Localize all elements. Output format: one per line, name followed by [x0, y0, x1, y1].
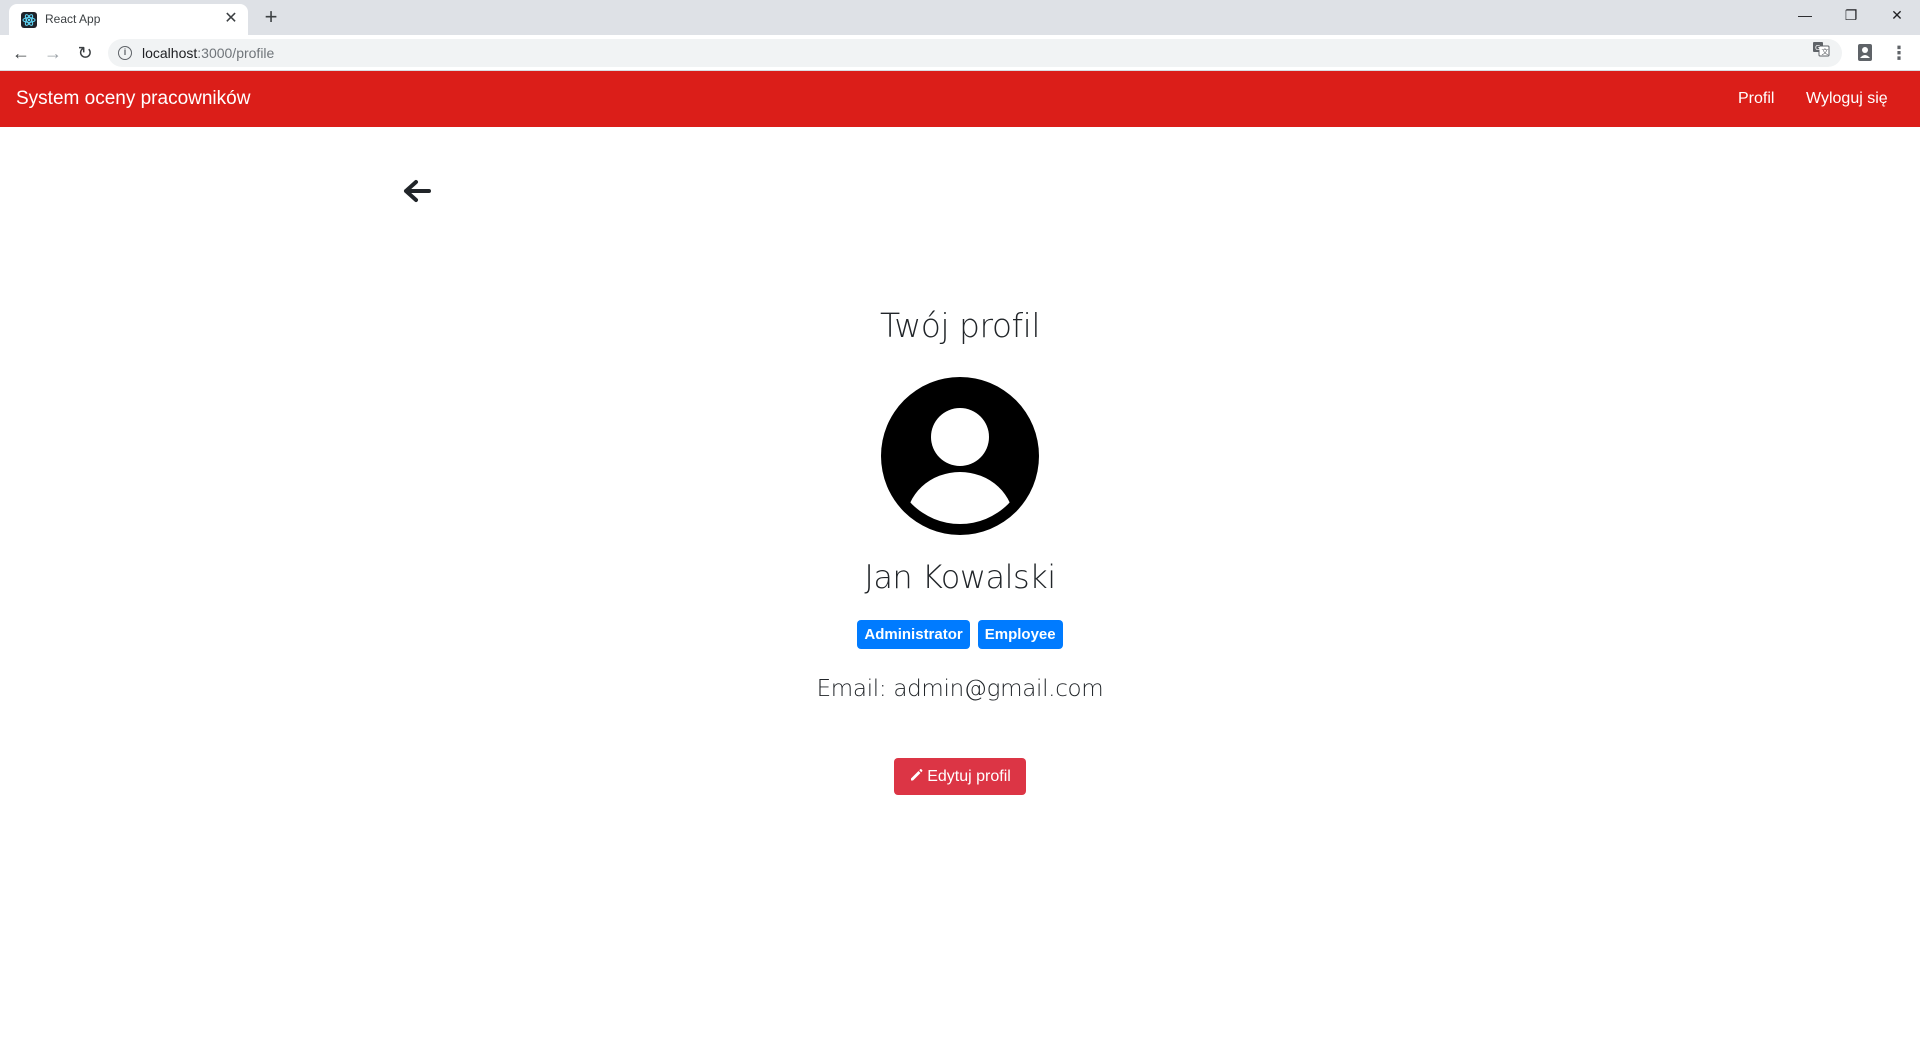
address-bar[interactable]: i localhost:3000/profile [108, 39, 1842, 67]
tab-title: React App [45, 12, 101, 26]
user-email: Email: admin@gmail.com [816, 676, 1104, 702]
url-host: localhost [142, 45, 198, 61]
browser-forward-button[interactable]: → [39, 39, 67, 67]
app-navbar: System oceny pracowników Profil Wyloguj … [0, 71, 1920, 127]
nav-link-logout[interactable]: Wyloguj się [1806, 90, 1888, 108]
browser-profile-icon[interactable] [1855, 42, 1875, 64]
role-badge: Administrator [857, 620, 970, 649]
svg-text:G: G [1815, 44, 1820, 52]
tab-close-icon[interactable]: ✕ [222, 10, 240, 28]
edit-profile-button[interactable]: Edytuj profil [894, 758, 1026, 795]
arrow-left-icon[interactable] [402, 176, 432, 206]
browser-reload-button[interactable]: ↻ [71, 39, 99, 67]
navbar-brand[interactable]: System oceny pracowników [16, 88, 250, 110]
browser-toolbar: ← → ↻ i localhost:3000/profile G 文 ⋮ [0, 35, 1920, 71]
translate-icon[interactable]: G 文 [1812, 40, 1830, 58]
new-tab-button[interactable]: + [258, 5, 284, 31]
browser-tab[interactable]: React App ✕ [9, 4, 248, 35]
react-favicon-icon [21, 12, 37, 28]
page-title: Twój profil [880, 306, 1040, 345]
window-maximize-button[interactable]: ❐ [1828, 0, 1874, 30]
browser-tabstrip: React App ✕ + — ❐ ✕ [0, 0, 1920, 35]
pencil-icon [909, 759, 923, 781]
user-name: Jan Kowalski [864, 558, 1056, 596]
site-info-icon[interactable]: i [118, 46, 132, 60]
browser-back-button[interactable]: ← [7, 39, 35, 67]
user-circle-icon [881, 377, 1039, 535]
role-badges: Administrator Employee [0, 620, 1920, 649]
edit-profile-label: Edytuj profil [927, 768, 1011, 785]
url-text[interactable]: localhost:3000/profile [142, 45, 274, 61]
role-badge: Employee [977, 620, 1063, 649]
url-path: :3000/profile [197, 45, 275, 61]
window-minimize-button[interactable]: — [1782, 0, 1828, 30]
svg-text:文: 文 [1822, 47, 1829, 56]
browser-menu-icon[interactable]: ⋮ [1889, 42, 1909, 64]
window-close-button[interactable]: ✕ [1874, 0, 1920, 30]
nav-link-profile[interactable]: Profil [1738, 90, 1774, 108]
